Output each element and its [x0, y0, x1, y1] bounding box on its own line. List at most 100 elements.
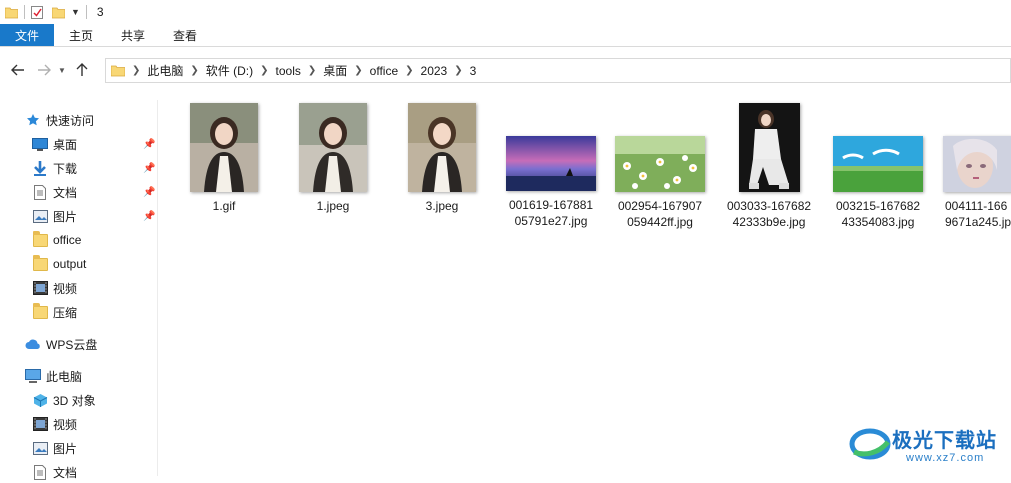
- tab-view[interactable]: 查看: [159, 24, 211, 46]
- file-item[interactable]: 004111-166 9671a245.jp: [935, 136, 1011, 230]
- sidebar-item-office[interactable]: office: [32, 229, 81, 251]
- sidebar-label: 下载: [53, 161, 78, 176]
- image-thumbnail: [506, 136, 596, 191]
- navigation-bar: ▼ ❯ 此电脑 ❯ 软件 (D:) ❯ tools ❯ 桌面 ❯ office …: [0, 55, 1011, 85]
- forward-icon[interactable]: [33, 58, 55, 82]
- folder-icon: [32, 230, 48, 248]
- file-name-line: 1.jpeg: [316, 199, 350, 213]
- chevron-right-icon[interactable]: ❯: [353, 65, 363, 76]
- pin-icon[interactable]: 📌: [143, 187, 155, 198]
- chevron-right-icon[interactable]: ❯: [259, 65, 269, 76]
- tab-home[interactable]: 主页: [55, 24, 107, 46]
- sidebar-label: 此电脑: [46, 369, 83, 384]
- file-name: 003215-167682 43354083.jpg: [826, 198, 930, 230]
- sidebar-label: 文档: [53, 185, 78, 200]
- sidebar-quick-access[interactable]: 快速访问: [25, 109, 94, 131]
- file-item[interactable]: 003215-167682 43354083.jpg: [826, 136, 930, 230]
- sidebar-label: 压缩: [53, 305, 78, 320]
- file-item[interactable]: 1.jpeg: [281, 103, 385, 214]
- breadcrumb-desktop[interactable]: 桌面: [317, 62, 353, 79]
- download-icon: [32, 160, 48, 176]
- sidebar-item-3d-objects[interactable]: 3D 对象: [32, 389, 96, 411]
- sidebar-item-pictures[interactable]: 图片 📌: [32, 205, 158, 227]
- address-bar[interactable]: ❯ 此电脑 ❯ 软件 (D:) ❯ tools ❯ 桌面 ❯ office ❯ …: [105, 58, 1011, 83]
- image-thumbnail: [408, 103, 476, 192]
- file-name: 004111-166 9671a245.jp: [935, 198, 1011, 230]
- properties-icon[interactable]: [31, 5, 44, 19]
- file-name: 1.jpeg: [281, 198, 385, 214]
- chevron-right-icon[interactable]: ❯: [453, 65, 463, 76]
- pin-icon[interactable]: 📌: [143, 163, 155, 174]
- sidebar-item-videos[interactable]: 视频: [32, 277, 77, 299]
- tab-file[interactable]: 文件: [0, 24, 55, 46]
- breadcrumb-this-pc[interactable]: 此电脑: [141, 62, 189, 79]
- file-name-line: 42333b9e.jpg: [732, 215, 806, 229]
- file-name-line: 002954-167907: [617, 199, 703, 213]
- breadcrumb-drive-d[interactable]: 软件 (D:): [200, 62, 259, 79]
- up-icon[interactable]: [71, 58, 93, 82]
- chevron-right-icon[interactable]: ❯: [404, 65, 414, 76]
- sidebar-item-output[interactable]: output: [32, 253, 86, 275]
- file-name-line: 059442ff.jpg: [627, 215, 693, 229]
- sidebar-label: 图片: [53, 209, 78, 224]
- breadcrumb-3[interactable]: 3: [464, 64, 483, 78]
- file-name: 002954-167907 059442ff.jpg: [608, 198, 712, 230]
- file-name-line: 003215-167682: [835, 199, 921, 213]
- pin-icon[interactable]: 📌: [143, 211, 155, 222]
- breadcrumb-office[interactable]: office: [364, 64, 404, 78]
- document-icon: [32, 184, 48, 200]
- watermark-name: 极光下载站: [892, 428, 997, 452]
- sidebar-label: office: [53, 233, 82, 247]
- sidebar-item-pc-documents[interactable]: 文档: [32, 461, 77, 483]
- document-icon: [32, 464, 48, 480]
- pin-icon[interactable]: 📌: [143, 139, 155, 150]
- file-item[interactable]: 001619-167881 05791e27.jpg: [499, 136, 603, 229]
- sidebar-item-downloads[interactable]: 下载 📌: [32, 157, 158, 179]
- navigation-pane: 快速访问 桌面 📌 下载 📌 文档 📌 图片 📌 office output 视…: [0, 100, 158, 480]
- customize-toolbar-icon[interactable]: ▼: [71, 7, 80, 17]
- computer-icon: [25, 368, 41, 384]
- pictures-icon: [32, 440, 48, 456]
- sidebar-label: 桌面: [53, 137, 78, 152]
- file-name: 003033-167682 42333b9e.jpg: [717, 198, 821, 230]
- sidebar-label: 3D 对象: [53, 393, 96, 408]
- file-name-line: 43354083.jpg: [841, 215, 915, 229]
- back-icon[interactable]: [7, 58, 29, 82]
- file-name: 3.jpeg: [390, 198, 494, 214]
- watermark-logo-icon: [849, 428, 891, 460]
- sidebar-item-documents[interactable]: 文档 📌: [32, 181, 158, 203]
- chevron-right-icon[interactable]: ❯: [189, 65, 199, 76]
- sidebar-item-compress[interactable]: 压缩: [32, 301, 77, 323]
- tab-share[interactable]: 共享: [107, 24, 159, 46]
- image-thumbnail: [615, 136, 705, 192]
- sidebar-item-pc-pictures[interactable]: 图片: [32, 437, 77, 459]
- folder-icon: [111, 64, 125, 77]
- chevron-right-icon[interactable]: ❯: [131, 65, 141, 76]
- file-item[interactable]: 1.gif: [172, 103, 276, 214]
- chevron-right-icon[interactable]: ❯: [307, 65, 317, 76]
- file-name-line: 1.gif: [212, 199, 236, 213]
- watermark: 极光下载站 www.xz7.com: [848, 418, 1008, 470]
- file-item[interactable]: 3.jpeg: [390, 103, 494, 214]
- star-icon: [25, 112, 41, 128]
- file-name: 1.gif: [172, 198, 276, 214]
- file-item[interactable]: 003033-167682 42333b9e.jpg: [717, 103, 821, 230]
- image-thumbnail: [943, 136, 1011, 192]
- sidebar-item-pc-videos[interactable]: 视频: [32, 413, 77, 435]
- new-folder-icon[interactable]: [52, 6, 65, 19]
- file-name-line: 3.jpeg: [425, 199, 459, 213]
- breadcrumb-tools[interactable]: tools: [270, 64, 307, 78]
- sidebar-item-desktop[interactable]: 桌面 📌: [32, 133, 158, 155]
- folder-icon: [32, 254, 48, 272]
- breadcrumb-2023[interactable]: 2023: [415, 64, 454, 78]
- file-item[interactable]: 002954-167907 059442ff.jpg: [608, 136, 712, 230]
- video-icon: [32, 416, 48, 432]
- folder-icon: [32, 302, 48, 320]
- sidebar-this-pc[interactable]: 此电脑: [25, 365, 82, 387]
- folder-icon: [5, 6, 18, 19]
- sidebar-wps-cloud[interactable]: WPS云盘: [25, 333, 97, 355]
- recent-locations-icon[interactable]: ▼: [55, 58, 69, 82]
- sidebar-label: 图片: [53, 441, 78, 456]
- image-thumbnail: [833, 136, 923, 192]
- title-bar: ▼ 3: [0, 0, 1011, 24]
